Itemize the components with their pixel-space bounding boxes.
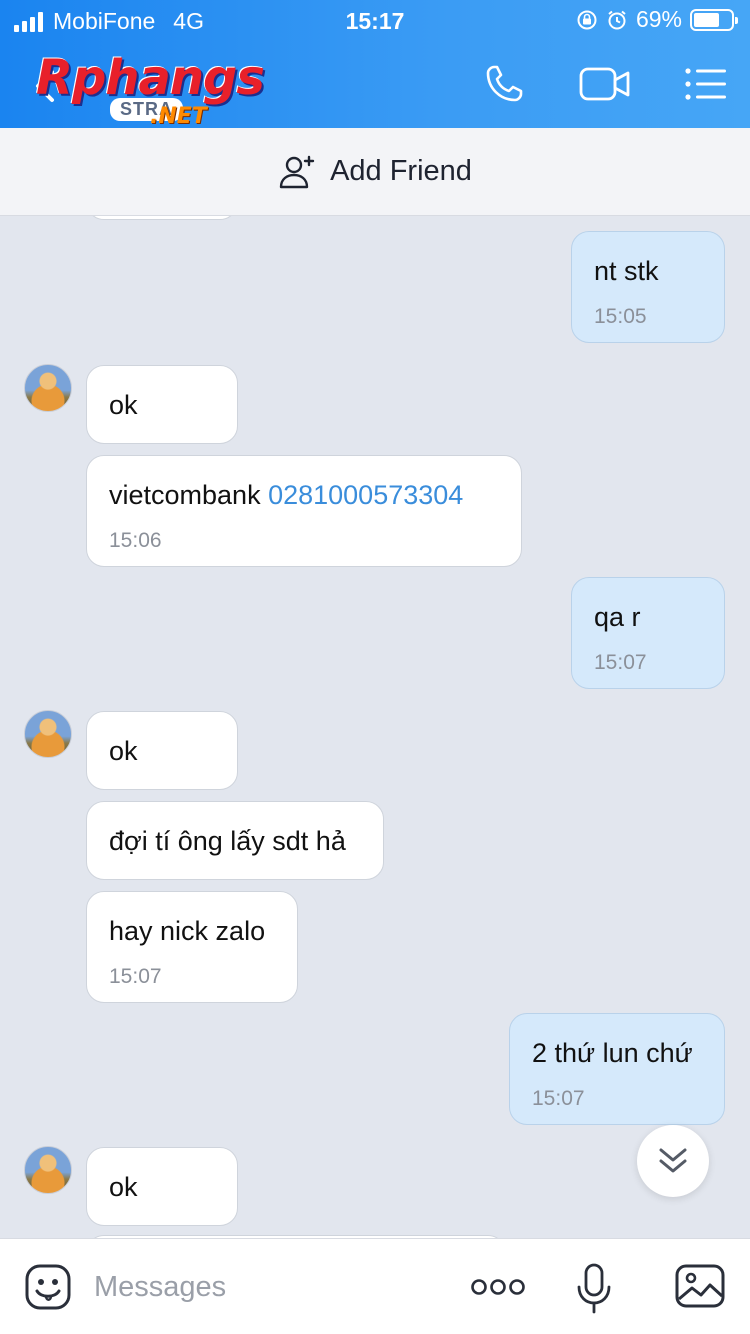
message-text: vietcombank 0281000573304	[109, 480, 463, 511]
nav-row: Rphangs STRA .NET	[0, 44, 750, 129]
message-bubble[interactable]: 2 thứ lun chứ 15:07	[509, 1013, 725, 1125]
message-text: ok	[109, 736, 138, 766]
message-text: ok	[109, 390, 138, 420]
message-time: 15:06	[109, 529, 162, 552]
microphone-icon[interactable]	[576, 1263, 612, 1315]
phone-call-icon[interactable]	[482, 62, 526, 106]
message-bubble[interactable]: ok	[86, 711, 238, 790]
scroll-to-bottom-button[interactable]	[637, 1125, 709, 1197]
message-time: 15:07	[109, 965, 162, 988]
message-bubble[interactable]: hay nick zalo 15:07	[86, 891, 298, 1003]
message-bubble[interactable]: ok	[86, 1147, 238, 1226]
video-call-icon[interactable]	[578, 64, 632, 104]
message-bubble[interactable]: vietcombank 0281000573304 15:06	[86, 455, 522, 567]
battery-percent: 69%	[635, 6, 682, 32]
composer-bar	[0, 1238, 750, 1334]
menu-list-icon[interactable]	[684, 66, 728, 102]
message-text-prefix: vietcombank	[109, 480, 269, 510]
message-text: nt stk	[594, 256, 659, 286]
message-bubble[interactable]: ok	[86, 365, 238, 444]
message-list[interactable]: nt stk 15:05 ok vietcombank 028100057330…	[0, 216, 750, 1238]
avatar[interactable]	[24, 1146, 72, 1194]
message-text: hay nick zalo	[109, 916, 266, 946]
image-gallery-icon[interactable]	[674, 1263, 726, 1309]
battery-icon	[690, 8, 738, 31]
more-options-icon[interactable]	[470, 1273, 526, 1301]
double-chevron-down-icon	[659, 1148, 687, 1173]
message-bubble[interactable]: nt stk 15:05	[571, 231, 725, 343]
avatar[interactable]	[24, 710, 72, 758]
watermark-logo: Rphangs STRA .NET	[36, 50, 266, 129]
add-friend-button[interactable]: Add Friend	[0, 128, 750, 216]
message-time: 15:07	[532, 1087, 585, 1110]
message-bubble[interactable]: qa r 15:07	[571, 577, 725, 689]
message-input[interactable]	[94, 1265, 444, 1309]
account-number-link[interactable]: 0281000573304	[268, 480, 463, 510]
message-text: qa r	[594, 602, 641, 632]
message-text: đợi tí ông lấy sdt hả	[109, 826, 346, 856]
logo-net-text: .NET	[150, 104, 207, 129]
rotation-lock-icon	[577, 10, 597, 29]
battery-fill	[694, 12, 719, 27]
message-time: 15:05	[594, 305, 647, 328]
message-text: ok	[109, 1172, 138, 1202]
avatar[interactable]	[24, 364, 72, 412]
chat-header: MobiFone 4G 15:17 69% Rphangs STRA .NET	[0, 0, 750, 129]
add-person-icon	[279, 155, 315, 188]
message-bubble[interactable]: đợi tí ông lấy sdt hả	[86, 801, 384, 880]
status-right: 69%	[576, 6, 738, 33]
message-time: 15:07	[594, 651, 647, 674]
alarm-icon	[608, 10, 626, 29]
message-text: 2 thứ lun chứ	[532, 1038, 693, 1068]
add-friend-label: Add Friend	[330, 155, 472, 187]
status-bar: MobiFone 4G 15:17 69%	[0, 0, 750, 40]
partial-message-bubble	[86, 216, 238, 220]
sticker-emoji-icon[interactable]	[24, 1263, 72, 1311]
